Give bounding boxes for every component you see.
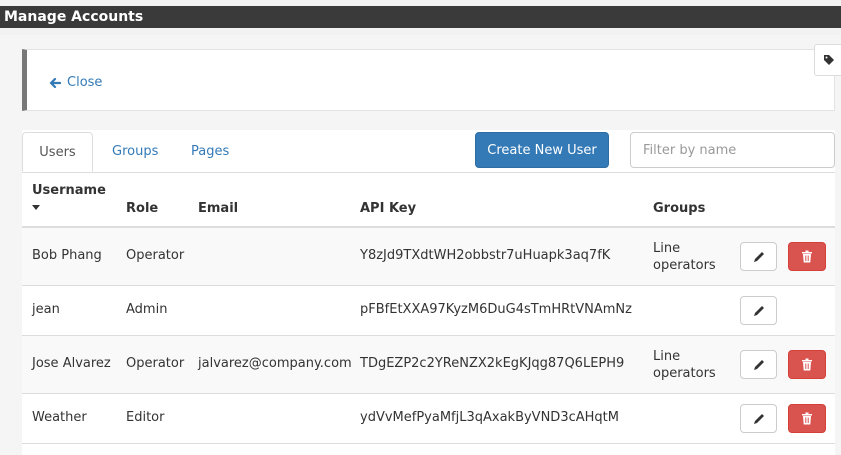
tab-pages[interactable]: Pages	[191, 132, 229, 172]
table-row: Jose Alvarez Operator jalvarez@company.c…	[22, 336, 835, 394]
cell-username: Weather	[32, 410, 87, 425]
pencil-icon	[753, 251, 764, 262]
column-header-role: Role	[126, 201, 159, 216]
cell-role: Operator	[126, 356, 185, 371]
column-header-email: Email	[198, 201, 239, 216]
cell-api-key: ydVvMefPyaMfjL3qAxakByVND3cAHqtM	[360, 410, 619, 425]
cell-role: Operator	[126, 248, 185, 263]
arrow-left-icon	[49, 77, 61, 88]
tab-users[interactable]: Users	[22, 132, 93, 172]
cell-username: Bob Phang	[32, 248, 102, 263]
create-new-user-button[interactable]: Create New User	[475, 132, 609, 168]
cell-api-key: TDgEZP2c2YReNZX2kEgKJqg87Q6LEPH9	[360, 356, 625, 371]
cell-groups: Line operators	[653, 241, 716, 273]
filter-by-name-input[interactable]	[630, 132, 835, 168]
column-header-api-key: API Key	[360, 201, 417, 216]
cell-api-key: Y8zJd9TXdtWH2obbstr7uHuapk3aq7fK	[360, 248, 611, 263]
title-bar: Manage Accounts	[0, 0, 841, 35]
close-label: Close	[67, 75, 103, 90]
trash-icon	[802, 412, 812, 425]
cell-role: Admin	[126, 302, 168, 317]
content-area: Close Users Groups Pages Create New User…	[0, 35, 841, 455]
sort-descending-icon	[32, 205, 40, 210]
window-title: Manage Accounts	[0, 6, 841, 28]
trash-icon	[802, 358, 812, 371]
tag-button[interactable]	[814, 44, 841, 76]
edit-user-button[interactable]	[740, 404, 777, 433]
cell-role: Editor	[126, 410, 165, 425]
trash-icon	[802, 250, 812, 263]
cell-groups: Line operators	[653, 349, 716, 381]
delete-user-button[interactable]	[788, 242, 826, 271]
table-header: Username Role Email API Key Groups	[22, 172, 835, 228]
cell-api-key: pFBfEtXXA97KyzM6DuG4sTmHRtVNAmNz	[360, 302, 632, 317]
table-row: Bob Phang Operator Y8zJd9TXdtWH2obbstr7u…	[22, 228, 835, 286]
tag-icon	[824, 55, 834, 65]
pencil-icon	[753, 413, 764, 424]
pencil-icon	[753, 359, 764, 370]
cell-username: jean	[32, 302, 60, 317]
table-row: jean Admin pFBfEtXXA97KyzM6DuG4sTmHRtVNA…	[22, 286, 835, 336]
cell-email: jalvarez@company.com	[198, 356, 352, 371]
close-link[interactable]: Close	[49, 75, 102, 90]
delete-user-button[interactable]	[788, 404, 826, 433]
edit-user-button[interactable]	[740, 242, 777, 271]
column-header-username-label: Username	[32, 183, 106, 198]
column-header-groups: Groups	[653, 201, 706, 216]
delete-user-button[interactable]	[788, 350, 826, 379]
edit-user-button[interactable]	[740, 296, 777, 325]
column-header-username[interactable]: Username	[32, 183, 106, 210]
pencil-icon	[753, 305, 764, 316]
tab-groups[interactable]: Groups	[112, 132, 158, 172]
table-row: Weather Editor ydVvMefPyaMfjL3qAxakByVND…	[22, 394, 835, 444]
close-panel: Close	[22, 49, 835, 111]
cell-username: Jose Alvarez	[32, 356, 111, 371]
accounts-panel: Users Groups Pages Create New User Usern…	[22, 130, 835, 455]
edit-user-button[interactable]	[740, 350, 777, 379]
